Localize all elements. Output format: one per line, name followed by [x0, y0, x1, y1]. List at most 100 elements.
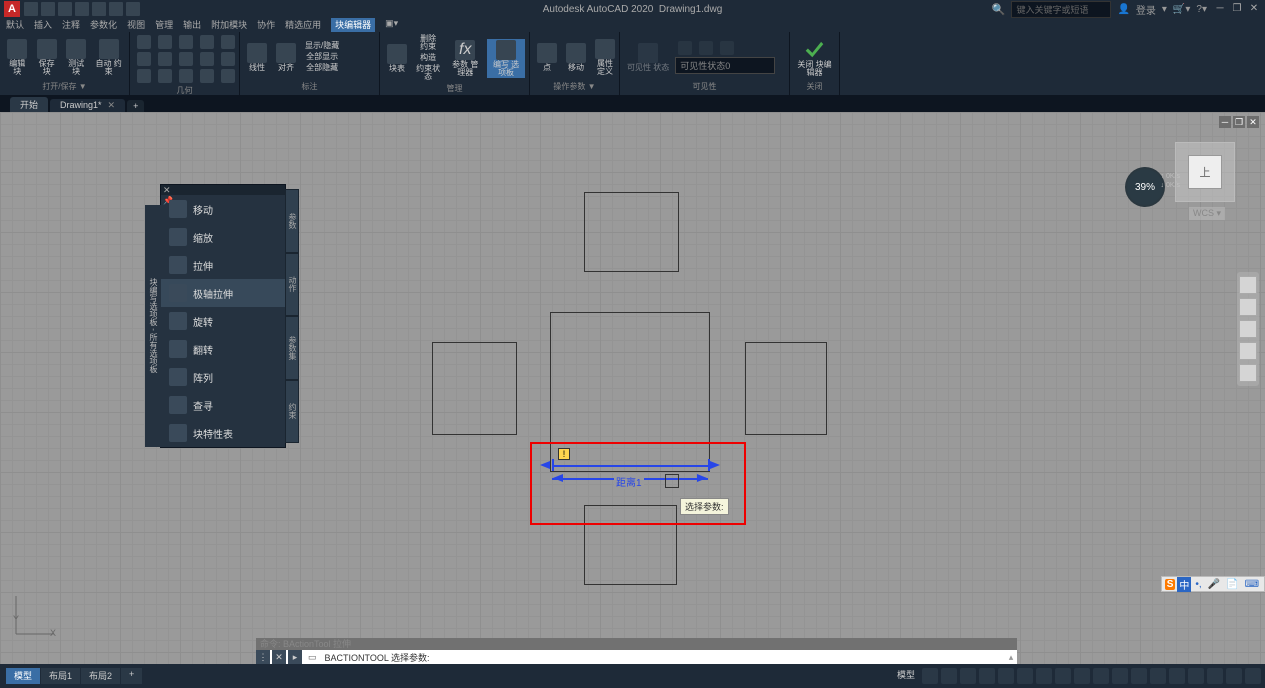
parameter-manager-button[interactable]: fx参数 管理器	[446, 39, 484, 78]
test-block-button[interactable]: 测试 块	[63, 38, 89, 77]
ime-lang-button[interactable]: 中	[1177, 577, 1191, 592]
isolate-objects-icon[interactable]	[1188, 668, 1204, 684]
ribbon-expand-icon[interactable]: ▣▾	[385, 18, 398, 32]
palette-close-icon[interactable]: ✕	[163, 185, 171, 196]
aligned-dim-button[interactable]: 对齐	[273, 42, 299, 73]
move-button[interactable]: 移动	[563, 42, 589, 73]
ribbon-tab-active[interactable]: 块编辑器	[331, 18, 375, 32]
palette-tab-actions[interactable]: 动作	[285, 253, 299, 317]
geo-constraint-icon[interactable]	[176, 51, 196, 67]
canvas-close-button[interactable]: ✕	[1247, 116, 1259, 128]
ime-voice-button[interactable]: 🎤	[1206, 579, 1222, 590]
save-block-button[interactable]: 保存 块	[33, 38, 59, 77]
ribbon-tab[interactable]: 协作	[257, 18, 275, 32]
palette-tab-constraints[interactable]: 约束	[285, 380, 299, 444]
palette-item-stretch[interactable]: 拉伸	[161, 251, 285, 279]
linear-dim-button[interactable]: 线性	[244, 42, 270, 73]
qat-plot-icon[interactable]	[92, 2, 106, 16]
close-button[interactable]: ✕	[1247, 3, 1261, 15]
ime-skin-button[interactable]: 📄	[1224, 579, 1240, 590]
geo-constraint-icon[interactable]	[197, 68, 217, 84]
attribute-def-button[interactable]: 属性 定义	[592, 38, 618, 77]
palette-item-polar-stretch[interactable]: 极轴拉伸	[161, 279, 285, 307]
annotation-monitor-icon[interactable]	[1131, 668, 1147, 684]
snap-toggle-icon[interactable]	[941, 668, 957, 684]
ribbon-tab[interactable]: 输出	[183, 18, 201, 32]
ime-keyboard-button[interactable]: ⌨	[1243, 579, 1261, 590]
quick-properties-icon[interactable]	[1169, 668, 1185, 684]
model-label[interactable]: 模型	[893, 668, 919, 684]
ribbon-tab[interactable]: 精选应用	[285, 18, 321, 32]
geo-constraint-icon[interactable]	[134, 51, 154, 67]
customize-icon[interactable]	[1245, 668, 1261, 684]
ortho-toggle-icon[interactable]	[960, 668, 976, 684]
palette-item-array[interactable]: 阵列	[161, 363, 285, 391]
authoring-palette-button[interactable]: 编写 选项板	[487, 39, 525, 78]
cmd-handle-icon[interactable]: ⋮	[256, 650, 270, 664]
zoom-icon[interactable]	[1239, 320, 1257, 338]
visibility-combo[interactable]: 可见性状态0	[675, 57, 775, 74]
ribbon-tab[interactable]: 参数化	[90, 18, 117, 32]
geo-constraint-icon[interactable]	[218, 68, 238, 84]
ribbon-tab[interactable]: 注释	[62, 18, 80, 32]
minimize-button[interactable]: ─	[1213, 3, 1227, 15]
geo-constraint-icon[interactable]	[155, 51, 175, 67]
canvas-minimize-button[interactable]: ─	[1219, 116, 1231, 128]
qat-open-icon[interactable]	[41, 2, 55, 16]
block-rectangle[interactable]	[432, 342, 517, 435]
geo-constraint-icon[interactable]	[176, 34, 196, 50]
ime-punct-button[interactable]: •,	[1193, 579, 1203, 590]
app-logo[interactable]: A	[4, 1, 20, 17]
drawing-tab-start[interactable]: 开始	[10, 97, 48, 112]
command-prompt[interactable]: BACTIONTOOL 选择参数:	[321, 651, 1005, 664]
delete-constraint-button[interactable]: 删除 约束	[413, 34, 443, 52]
palette-item-lookup[interactable]: 查寻	[161, 391, 285, 419]
canvas-restore-button[interactable]: ❐	[1233, 116, 1245, 128]
qat-redo-icon[interactable]	[126, 2, 140, 16]
qat-saveas-icon[interactable]	[75, 2, 89, 16]
add-layout-button[interactable]: +	[121, 668, 142, 684]
geo-constraint-icon[interactable]	[218, 51, 238, 67]
layout-tab[interactable]: 布局2	[81, 668, 120, 684]
block-rectangle[interactable]	[584, 192, 679, 272]
help-search-input[interactable]: 键入关键字或短语	[1011, 1, 1111, 18]
modelspace-tab[interactable]: 模型	[6, 668, 40, 684]
ribbon-tab[interactable]: 管理	[155, 18, 173, 32]
workspace-icon[interactable]	[1112, 668, 1128, 684]
osnap-toggle-icon[interactable]	[998, 668, 1014, 684]
palette-item-flip[interactable]: 翻转	[161, 335, 285, 363]
visibility-state-button[interactable]: 可见性 状态	[624, 42, 672, 73]
qat-undo-icon[interactable]	[109, 2, 123, 16]
show-hide-button[interactable]: 显示/隐藏	[302, 41, 342, 51]
hide-all-button[interactable]: 全部隐藏	[302, 63, 342, 73]
geo-constraint-icon[interactable]	[134, 68, 154, 84]
showmotion-icon[interactable]	[1239, 364, 1257, 382]
wcs-dropdown[interactable]: WCS ▾	[1189, 207, 1225, 220]
geo-constraint-icon[interactable]	[176, 68, 196, 84]
show-all-button[interactable]: 全部显示	[302, 52, 342, 62]
ribbon-tab[interactable]: 附加模块	[211, 18, 247, 32]
auto-constrain-button[interactable]: 自动 约束	[92, 38, 125, 77]
qat-save-icon[interactable]	[58, 2, 72, 16]
cmd-recent-icon[interactable]: ▸	[288, 650, 302, 664]
app-exchange-icon[interactable]: ▾	[1162, 4, 1167, 15]
ime-toolbar[interactable]: S 中 •, 🎤 📄 ⌨	[1161, 576, 1265, 592]
geo-constraint-icon[interactable]	[134, 34, 154, 50]
nav-wheel-icon[interactable]	[1239, 276, 1257, 294]
login-link[interactable]: 登录	[1136, 2, 1156, 17]
palette-item-scale[interactable]: 缩放	[161, 223, 285, 251]
orbit-icon[interactable]	[1239, 342, 1257, 360]
geo-constraint-icon[interactable]	[218, 34, 238, 50]
close-icon[interactable]: ✕	[108, 100, 116, 110]
qat-new-icon[interactable]	[24, 2, 38, 16]
restore-button[interactable]: ❐	[1230, 3, 1244, 15]
geo-constraint-icon[interactable]	[155, 34, 175, 50]
annotation-scale-icon[interactable]	[1093, 668, 1109, 684]
viewcube-top-face[interactable]: 上	[1188, 155, 1222, 189]
clean-screen-icon[interactable]	[1226, 668, 1242, 684]
block-rectangle[interactable]	[745, 342, 827, 435]
transparency-toggle-icon[interactable]	[1055, 668, 1071, 684]
cart-icon[interactable]: 🛒▾	[1173, 4, 1190, 15]
geo-constraint-icon[interactable]	[197, 51, 217, 67]
palette-item-block-properties[interactable]: 块特性表	[161, 419, 285, 447]
